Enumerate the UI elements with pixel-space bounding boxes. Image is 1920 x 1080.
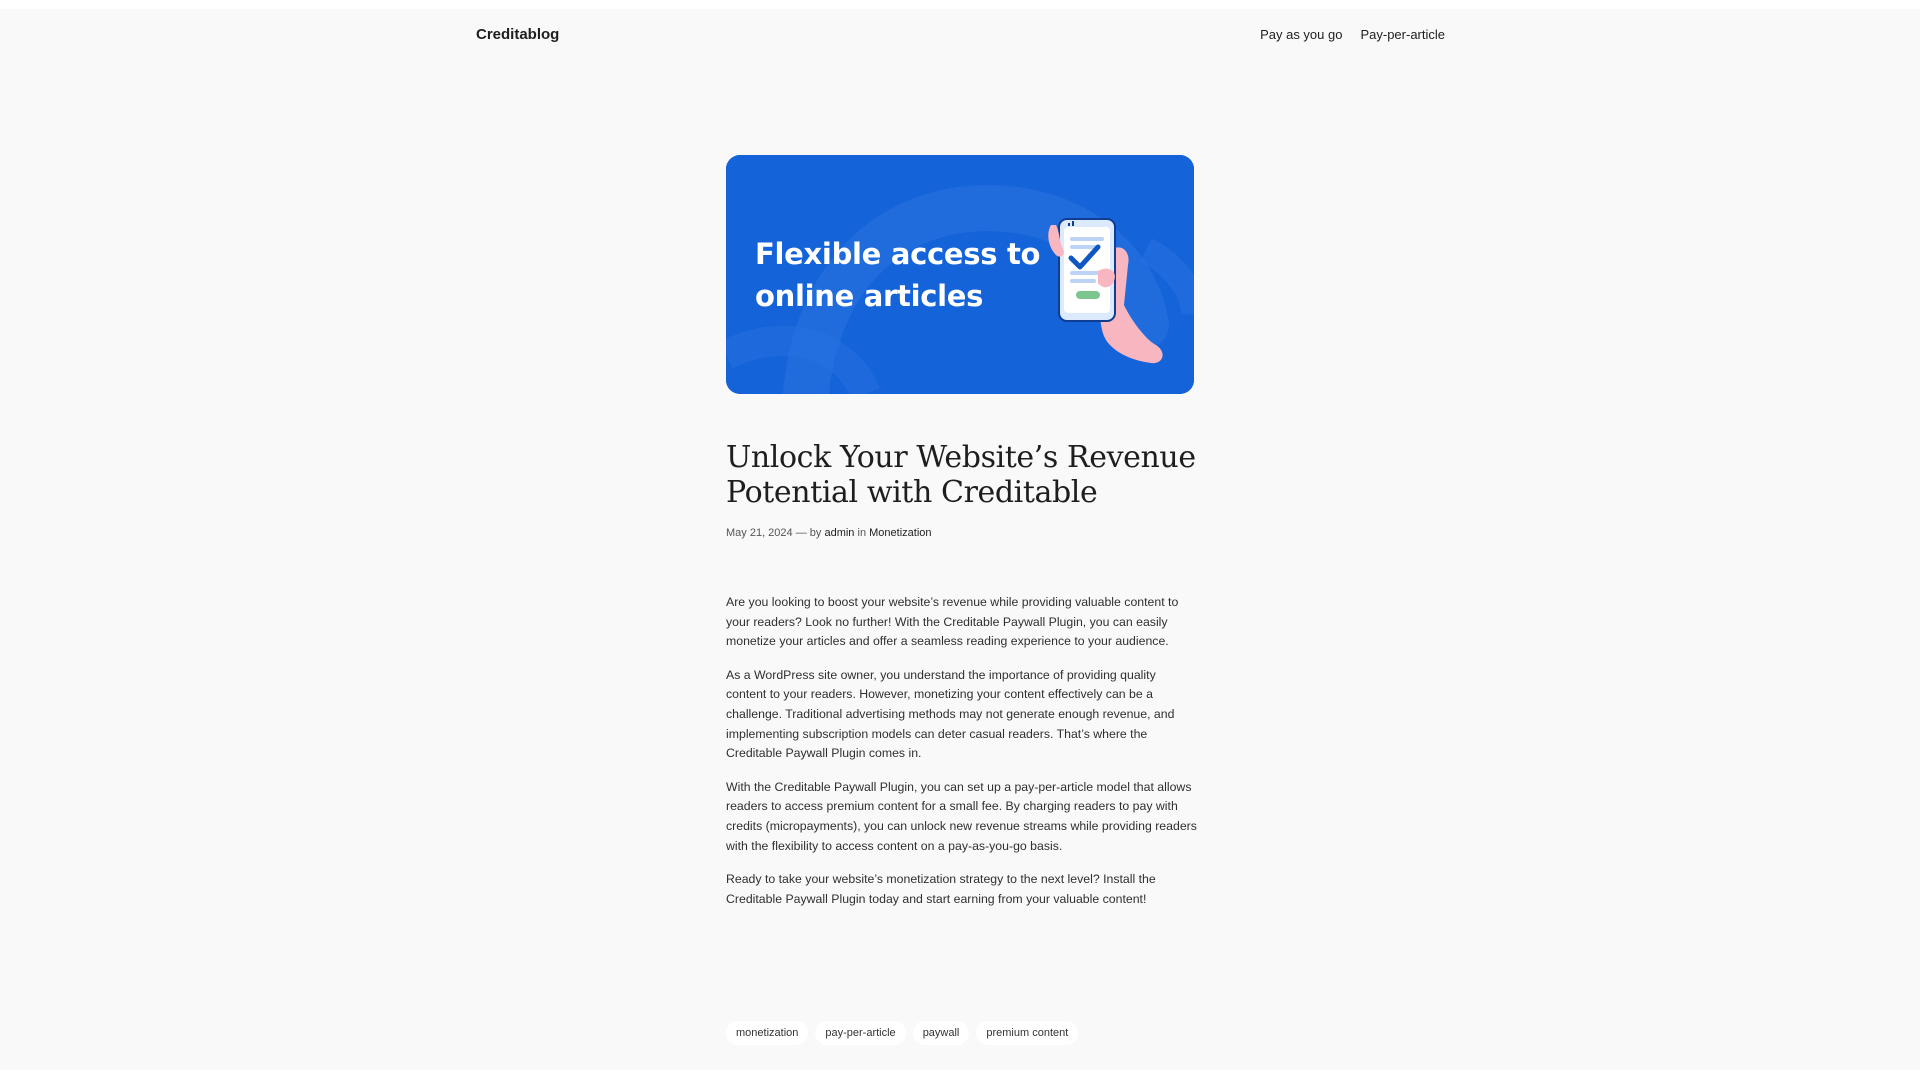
featured-image: Flexible access to online articles bbox=[726, 155, 1194, 394]
tag-paywall[interactable]: paywall bbox=[912, 1021, 970, 1045]
tag-premium-content[interactable]: premium content bbox=[976, 1021, 1079, 1045]
paragraph: Are you looking to boost your website’s … bbox=[726, 595, 1179, 649]
bottom-bar bbox=[0, 1070, 1920, 1080]
meta-in-label: in bbox=[857, 527, 867, 539]
post-title: Unlock Your Website’s Revenue Potential … bbox=[726, 440, 1196, 510]
hero-line-1: Flexible access to bbox=[755, 237, 1041, 271]
nav-item-pay-per-article[interactable]: Pay-per-article bbox=[1360, 27, 1445, 42]
meta-by-label: by bbox=[809, 527, 822, 539]
post-tags: monetization pay-per-article paywall pre… bbox=[726, 1021, 1079, 1045]
nav-item-pay-as-you-go[interactable]: Pay as you go bbox=[1260, 27, 1342, 42]
tag-pay-per-article[interactable]: pay-per-article bbox=[815, 1021, 906, 1045]
post-category-link[interactable]: Monetization bbox=[869, 527, 931, 539]
post-author-link[interactable]: admin bbox=[824, 527, 854, 539]
paragraph: Ready to take your website’s monetizatio… bbox=[726, 872, 1156, 906]
main-navigation: Pay as you go Pay-per-article bbox=[1260, 27, 1445, 42]
hero-line-2: online articles bbox=[755, 279, 984, 313]
post-date: May 21, 2024 bbox=[726, 527, 793, 539]
post-meta: May 21, 2024 — by admin in Monetization bbox=[726, 527, 932, 539]
meta-separator: — bbox=[795, 527, 807, 539]
site-title-link[interactable]: Creditablog bbox=[476, 26, 559, 43]
hero-headline: Flexible access to online articles bbox=[755, 233, 1040, 317]
paragraph: With the Creditable Paywall Plugin, you … bbox=[726, 779, 1197, 853]
post-content: Are you looking to boost your website’s … bbox=[726, 593, 1198, 923]
tag-monetization[interactable]: monetization bbox=[726, 1021, 809, 1045]
site-header: Creditablog Pay as you go Pay-per-articl… bbox=[476, 26, 1445, 50]
top-bar bbox=[0, 0, 1920, 9]
paragraph: As a WordPress site owner, you understan… bbox=[726, 667, 1175, 761]
